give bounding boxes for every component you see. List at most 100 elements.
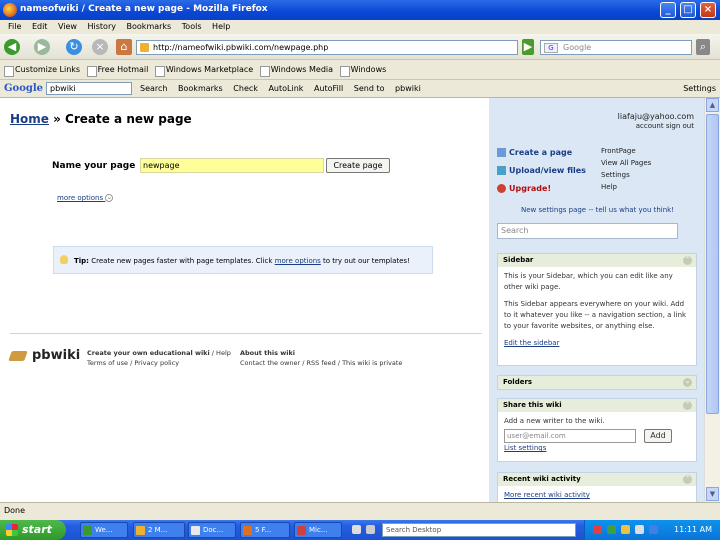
bookmark-windows-marketplace[interactable]: Windows Marketplace: [154, 60, 253, 80]
sidebar-text-1: This is your Sidebar, which you can edit…: [504, 272, 673, 291]
google-search-field[interactable]: pbwiki: [46, 82, 132, 95]
share-panel-header[interactable]: Share this wiki ⌃: [498, 399, 696, 412]
add-writer-button[interactable]: Add: [644, 429, 672, 443]
task-button-4[interactable]: 5 F...: [240, 522, 290, 538]
window-title: nameofwiki / Create a new page - Mozilla…: [20, 4, 268, 14]
frontpage-link[interactable]: FrontPage: [601, 147, 636, 155]
menu-tools[interactable]: Tools: [182, 20, 202, 34]
google-pbwiki-button[interactable]: pbwiki: [395, 84, 421, 93]
menu-history[interactable]: History: [88, 20, 116, 34]
stop-icon[interactable]: ×: [92, 39, 108, 55]
page-name-input[interactable]: [140, 158, 324, 173]
task-button-2[interactable]: 2 M...: [133, 522, 185, 538]
menu-bookmarks[interactable]: Bookmarks: [127, 20, 172, 34]
home-icon[interactable]: ⌂: [116, 39, 132, 55]
recent-activity-panel: Recent wiki activity ⌃ More recent wiki …: [497, 472, 697, 502]
google-autolink-button[interactable]: AutoLink: [268, 84, 303, 93]
footer-contact-link[interactable]: Contact the owner / RSS feed / This wiki…: [240, 359, 402, 367]
footer-column-1: Create your own educational wiki / Help …: [87, 348, 231, 368]
menu-help[interactable]: Help: [212, 20, 230, 34]
home-link[interactable]: Home: [10, 112, 49, 126]
google-search-button[interactable]: Search: [140, 84, 167, 93]
chevron-up-icon[interactable]: ⌃: [683, 401, 692, 410]
chevron-down-icon[interactable]: ⌄: [683, 378, 692, 387]
scroll-down-icon[interactable]: ▼: [706, 487, 719, 501]
sidebar-panel-header[interactable]: Sidebar ⌃: [498, 254, 696, 267]
tip-more-options-link[interactable]: more options: [275, 257, 321, 265]
back-icon[interactable]: ◀: [4, 39, 20, 55]
task-button-1[interactable]: We...: [80, 522, 128, 538]
footer-terms-link[interactable]: Terms of use / Privacy policy: [87, 359, 179, 367]
list-settings-link[interactable]: List settings: [504, 444, 546, 452]
start-label: start: [22, 523, 52, 536]
feedback-link[interactable]: New settings page -- tell us what you th…: [521, 206, 674, 214]
chevron-up-icon[interactable]: ⌃: [683, 475, 692, 484]
share-panel-title: Share this wiki: [503, 401, 562, 409]
search-box[interactable]: G Google: [540, 40, 692, 55]
menu-edit[interactable]: Edit: [32, 20, 48, 34]
right-sidebar: liafaju@yahoo.com account sign out Creat…: [489, 98, 704, 502]
footer-about-link[interactable]: About this wiki: [240, 349, 295, 357]
tray-icon[interactable]: [649, 525, 658, 534]
google-autofill-button[interactable]: AutoFill: [314, 84, 343, 93]
page-icon: [497, 148, 506, 157]
edit-sidebar-link[interactable]: Edit the sidebar: [504, 339, 559, 347]
recent-activity-header[interactable]: Recent wiki activity ⌃: [498, 473, 696, 486]
minimize-button[interactable]: _: [660, 2, 676, 18]
bookmark-customize-links[interactable]: Customize Links: [4, 60, 80, 80]
scroll-up-icon[interactable]: ▲: [706, 98, 719, 112]
create-page-button[interactable]: Create page: [326, 158, 390, 173]
tray-icon[interactable]: [621, 525, 630, 534]
upload-files-link[interactable]: Upload/view files: [497, 166, 586, 175]
footer-create-wiki-link[interactable]: Create your own educational wiki: [87, 349, 210, 357]
more-options-link[interactable]: more options ⌄: [57, 194, 114, 202]
upgrade-link[interactable]: Upgrade!: [497, 184, 551, 193]
user-email: liafaju@yahoo.com: [617, 112, 694, 121]
sign-out-link[interactable]: sign out: [666, 122, 694, 130]
sidebar-panel: Sidebar ⌃ This is your Sidebar, which yo…: [497, 253, 697, 366]
tray-icon[interactable]: [635, 525, 644, 534]
search-engine-icon[interactable]: G: [544, 43, 558, 53]
google-toolbar: Google pbwiki Search Bookmarks Check Aut…: [0, 80, 720, 98]
folders-panel-header[interactable]: Folders ⌄: [498, 376, 696, 389]
google-check-button[interactable]: Check: [233, 84, 258, 93]
scrollbar-thumb[interactable]: [706, 114, 719, 414]
recent-activity-link[interactable]: More recent wiki activity: [504, 491, 590, 499]
tray-icon[interactable]: [607, 525, 616, 534]
vertical-scrollbar[interactable]: ▲ ▼: [704, 98, 720, 502]
maximize-button[interactable]: □: [680, 2, 696, 18]
google-send-button[interactable]: Send to: [354, 84, 385, 93]
desktop-search-input[interactable]: Search Desktop: [382, 523, 576, 537]
menu-view[interactable]: View: [58, 20, 77, 34]
forward-icon[interactable]: ▶: [34, 39, 50, 55]
bookmark-windows-media[interactable]: Windows Media: [259, 60, 333, 80]
google-settings-button[interactable]: Settings: [683, 80, 716, 98]
google-logo[interactable]: Google: [4, 83, 43, 94]
footer-help-link[interactable]: / Help: [210, 349, 231, 357]
view-all-pages-link[interactable]: View All Pages: [601, 159, 651, 167]
search-go-icon[interactable]: ⌕: [696, 39, 710, 55]
close-button[interactable]: ×: [700, 2, 716, 18]
bookmark-free-hotmail[interactable]: Free Hotmail: [86, 60, 148, 80]
tip-box: Tip: Create new pages faster with page t…: [53, 246, 433, 274]
menu-file[interactable]: File: [8, 20, 21, 34]
quicklaunch-icon[interactable]: [366, 525, 375, 534]
google-bookmarks-button[interactable]: Bookmarks: [178, 84, 223, 93]
address-bar[interactable]: http://nameofwiki.pbwiki.com/newpage.php: [136, 40, 518, 55]
chevron-up-icon[interactable]: ⌃: [683, 256, 692, 265]
page-title-text: » Create a new page: [48, 112, 192, 126]
create-page-link[interactable]: Create a page: [497, 148, 572, 157]
help-link[interactable]: Help: [601, 183, 617, 191]
start-button[interactable]: start: [0, 520, 66, 540]
task-button-5[interactable]: Mic...: [294, 522, 342, 538]
bookmark-windows[interactable]: Windows: [339, 60, 386, 80]
settings-link[interactable]: Settings: [601, 171, 630, 179]
account-link[interactable]: account: [636, 122, 664, 130]
reload-icon[interactable]: ↻: [66, 39, 82, 55]
tray-icon[interactable]: [593, 525, 602, 534]
go-icon[interactable]: ▶: [522, 39, 534, 55]
share-email-input[interactable]: user@email.com: [504, 429, 636, 443]
task-button-3[interactable]: Doc...: [188, 522, 236, 538]
quicklaunch-icon[interactable]: [352, 525, 361, 534]
sidebar-search-input[interactable]: Search: [497, 223, 678, 239]
